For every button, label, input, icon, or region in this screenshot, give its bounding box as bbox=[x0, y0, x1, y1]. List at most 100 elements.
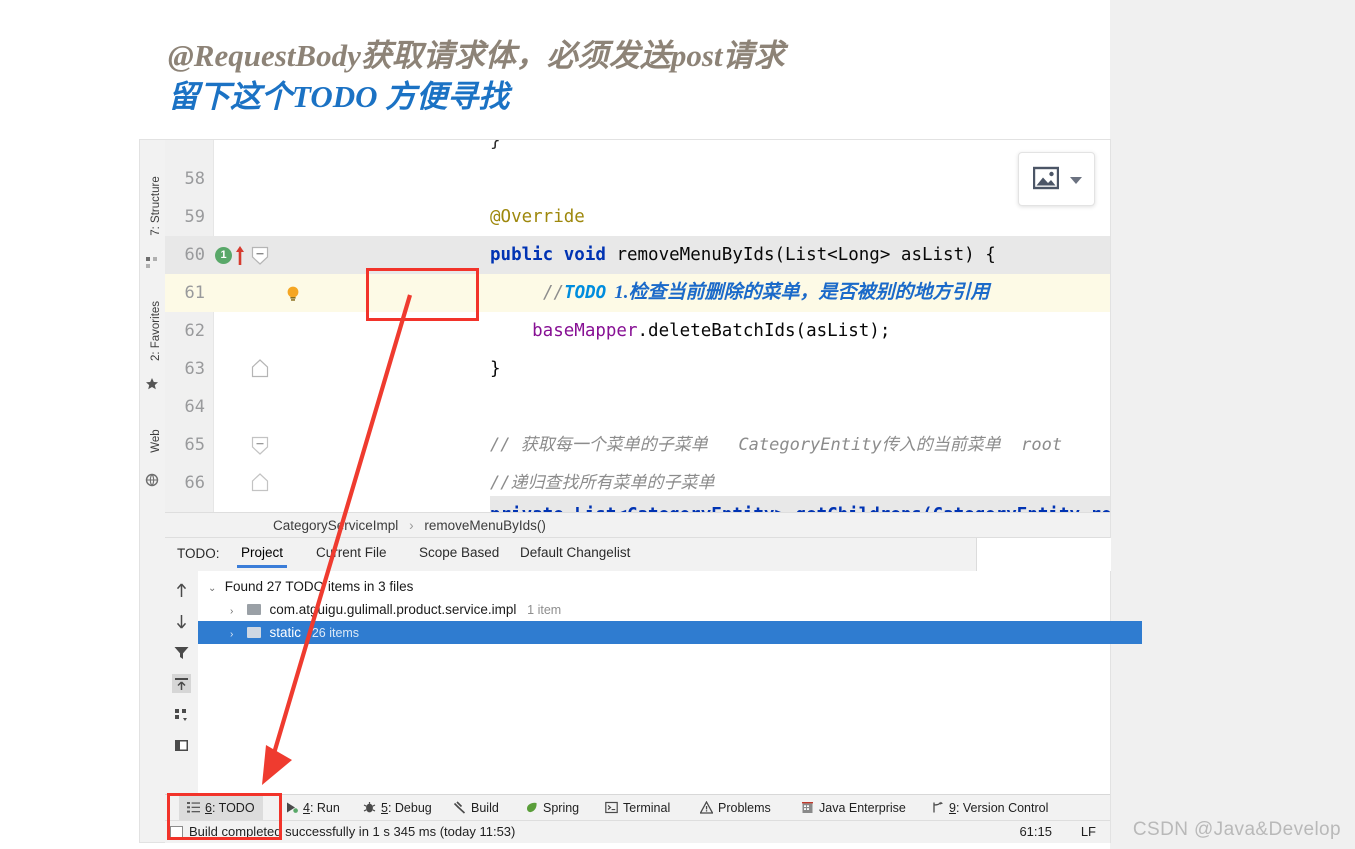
field-basemapper: baseMapper bbox=[490, 321, 638, 341]
tree-row[interactable]: ⌄ Found 27 TODO items in 3 files bbox=[198, 575, 1120, 598]
lightbulb-intention-icon[interactable] bbox=[285, 285, 300, 302]
line-number-66: 66 bbox=[184, 473, 205, 493]
toolwindow-label: Problems bbox=[718, 801, 771, 815]
code-fold-end-icon[interactable] bbox=[251, 358, 269, 378]
override-arrow-up-icon[interactable] bbox=[235, 244, 245, 265]
todo-tab-project[interactable]: Project bbox=[236, 545, 288, 568]
line-number-62: 62 bbox=[184, 321, 205, 341]
rail-item-structure[interactable]: 7: Structure bbox=[150, 161, 162, 251]
page-top-margin bbox=[140, 0, 1110, 20]
todo-tool-window: TODO: Project Current File Scope Based D… bbox=[165, 538, 1142, 794]
kw-public-void: public void bbox=[490, 245, 617, 265]
bottom-toolwindow-bar: 6: TODO 4: Run 5: Debug Build Spring Ter… bbox=[165, 794, 1110, 821]
todo-comment-text: 1.检查当前删除的菜单，是否被别的地方引用 bbox=[614, 282, 990, 303]
annotation-title: @RequestBody获取请求体，必须发送post请求 留下这个TODO 方便… bbox=[168, 36, 1068, 118]
toolwindow-button-java-enterprise[interactable]: Java Enterprise bbox=[793, 795, 914, 821]
code-fold-minus-icon[interactable] bbox=[251, 246, 269, 265]
todo-tab-scope-based[interactable]: Scope Based bbox=[419, 545, 499, 560]
todo-tab-default-changelist[interactable]: Default Changelist bbox=[520, 545, 630, 560]
code-fold-end-icon-2[interactable] bbox=[251, 472, 269, 492]
terminal-icon bbox=[605, 797, 618, 814]
toolwindow-button-terminal[interactable]: Terminal bbox=[597, 795, 678, 821]
todo-panel-label: TODO: bbox=[177, 546, 220, 561]
arrow-up-icon[interactable] bbox=[172, 581, 191, 600]
preview-pane-icon[interactable] bbox=[172, 736, 191, 755]
code-line-64[interactable]: 64 bbox=[165, 388, 1110, 426]
chevron-right-icon[interactable]: › bbox=[230, 623, 243, 646]
code-line-57-text: } bbox=[490, 140, 501, 151]
toolwindow-label: Java Enterprise bbox=[819, 801, 906, 815]
filter-icon[interactable] bbox=[172, 643, 191, 662]
image-icon[interactable] bbox=[1032, 165, 1060, 196]
toolwindow-label: : Debug bbox=[387, 801, 432, 815]
spring-leaf-icon bbox=[525, 797, 538, 813]
breadcrumb-separator-icon: › bbox=[409, 518, 414, 533]
image-insert-widget[interactable] bbox=[1018, 152, 1095, 206]
override-marker-badge[interactable]: 1 bbox=[215, 247, 232, 264]
rail-item-favorites[interactable]: 2: Favorites bbox=[150, 286, 162, 376]
toolwindow-button-spring[interactable]: Spring bbox=[517, 795, 587, 821]
line-number-59: 59 bbox=[184, 207, 205, 227]
export-icon[interactable] bbox=[172, 674, 191, 693]
todo-summary-label: Found 27 TODO items in 3 files bbox=[224, 579, 414, 594]
todo-group-count: 1 item bbox=[527, 603, 562, 617]
toolwindow-label: Spring bbox=[543, 801, 580, 815]
arrow-down-icon[interactable] bbox=[172, 612, 191, 631]
code-line-63-text: } bbox=[490, 359, 501, 379]
line-number-58: 58 bbox=[184, 169, 205, 189]
debug-icon bbox=[363, 797, 376, 813]
toolwindow-label: : Run bbox=[309, 801, 340, 815]
code-line-67-clipped: private List<CategoryEntity> getChildren… bbox=[165, 496, 1110, 512]
rail-item-web[interactable]: Web bbox=[150, 411, 162, 471]
code-line-63[interactable]: 63 } bbox=[165, 350, 1110, 388]
annotation-title-line1: @RequestBody获取请求体，必须发送post请求 bbox=[168, 38, 785, 73]
code-line-67-text: private List<CategoryEntity> getChildren… bbox=[490, 496, 1110, 512]
line-number-61: 61 bbox=[184, 283, 205, 303]
web-globe-icon bbox=[145, 473, 159, 487]
line-number-60: 60 bbox=[184, 245, 205, 265]
status-bar: Build completed successfully in 1 s 345 … bbox=[165, 820, 1110, 843]
chevron-right-icon[interactable]: › bbox=[230, 600, 243, 623]
chevron-down-icon[interactable]: ⌄ bbox=[208, 577, 221, 600]
star-icon bbox=[145, 377, 159, 391]
code-line-65[interactable]: 65 // 获取每一个菜单的子菜单 CategoryEntity传入的当前菜单 … bbox=[165, 426, 1110, 464]
code-line-65-comment: // 获取每一个菜单的子菜单 CategoryEntity传入的当前菜单 roo… bbox=[490, 435, 1063, 455]
toolwindow-button-build[interactable]: Build bbox=[445, 795, 507, 821]
code-fold-minus-icon-2[interactable] bbox=[251, 436, 269, 455]
code-editor[interactable]: } 58 59 @Override 60 1 public void remov… bbox=[165, 140, 1110, 512]
todo-tab-current-file[interactable]: Current File bbox=[316, 545, 387, 560]
todo-comment: //TODO 1.检查当前删除的菜单，是否被别的地方引用 bbox=[543, 274, 990, 312]
breadcrumb-class[interactable]: CategoryServiceImpl bbox=[273, 518, 398, 533]
toolwindow-button-debug[interactable]: 5: Debug bbox=[355, 795, 440, 821]
todo-tabbar-filler bbox=[976, 538, 1111, 571]
tree-row[interactable]: › static 26 items bbox=[198, 621, 1142, 644]
todo-group-count: 26 items bbox=[311, 626, 360, 640]
caret-position[interactable]: 61:15 bbox=[1019, 824, 1052, 839]
code-line-61-todo[interactable]: 61 //TODO 1.检查当前删除的菜单，是否被别的地方引用 bbox=[165, 274, 1110, 312]
annotation-highlight-todo-toolwindow bbox=[167, 793, 282, 840]
todo-group-label: com.atguigu.gulimall.product.service.imp… bbox=[269, 602, 517, 617]
line-separator-indicator[interactable]: LF bbox=[1081, 824, 1096, 839]
code-line-62-text: baseMapper.deleteBatchIds(asList); bbox=[490, 312, 890, 350]
breadcrumb[interactable]: CategoryServiceImpl › removeMenuByIds() bbox=[165, 512, 1110, 538]
breadcrumb-method[interactable]: removeMenuByIds() bbox=[424, 518, 546, 533]
code-line-58[interactable]: 58 bbox=[165, 160, 1110, 198]
code-line-60[interactable]: 60 1 public void removeMenuByIds(List<Lo… bbox=[165, 236, 1110, 274]
tree-row[interactable]: › com.atguigu.gulimall.product.service.i… bbox=[198, 598, 1142, 621]
todo-group-label: static bbox=[269, 625, 302, 640]
todo-results-tree[interactable]: ⌄ Found 27 TODO items in 3 files › com.a… bbox=[198, 571, 1142, 794]
run-icon bbox=[285, 797, 298, 813]
chevron-down-icon[interactable] bbox=[1069, 173, 1083, 191]
toolwindow-num: 4 bbox=[303, 801, 310, 815]
structure-icon bbox=[145, 255, 159, 269]
code-annotation-override: @Override bbox=[490, 207, 585, 227]
toolwindow-button-version-control[interactable]: 9: Version Control bbox=[923, 795, 1056, 821]
group-by-icon[interactable] bbox=[172, 705, 191, 724]
code-line-62[interactable]: 62 baseMapper.deleteBatchIds(asList); bbox=[165, 312, 1110, 350]
code-line-59[interactable]: 59 @Override bbox=[165, 198, 1110, 236]
package-folder-icon bbox=[246, 604, 261, 615]
annotation-highlight-todo-keyword bbox=[366, 268, 479, 321]
toolwindow-button-problems[interactable]: Problems bbox=[692, 795, 779, 821]
todo-slashes: // bbox=[543, 283, 565, 303]
toolwindow-button-run[interactable]: 4: Run bbox=[277, 795, 348, 821]
